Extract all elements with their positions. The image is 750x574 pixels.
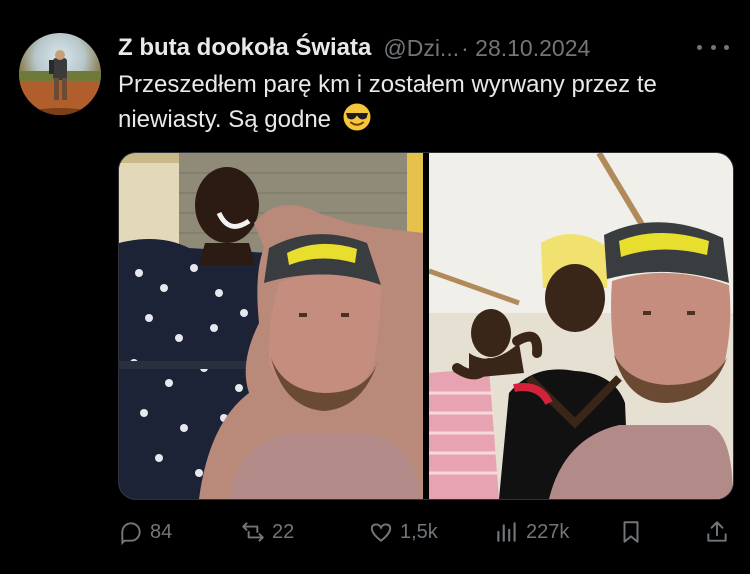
more-dot-icon bbox=[710, 44, 716, 50]
reply-count: 84 bbox=[150, 520, 173, 543]
media-gallery[interactable] bbox=[118, 152, 734, 500]
photo-1[interactable] bbox=[119, 153, 423, 499]
author-name[interactable]: Z buta dookoła Świata bbox=[118, 34, 371, 62]
smiling-face-with-sunglasses-icon bbox=[342, 102, 372, 132]
tweet-header: Z buta dookoła Świata @Dzi... · 28.10.20… bbox=[118, 33, 590, 63]
avatar[interactable] bbox=[19, 33, 101, 115]
heart-icon bbox=[370, 523, 392, 542]
tweet-text: Przeszedłem parę km i zostałem wyrwany p… bbox=[118, 68, 738, 137]
more-dot-icon bbox=[724, 44, 729, 50]
tweet[interactable]: Z buta dookoła Świata @Dzi... · 28.10.20… bbox=[0, 0, 750, 574]
photo-2[interactable] bbox=[429, 153, 733, 499]
more-options-button[interactable] bbox=[697, 36, 729, 58]
reply-button[interactable]: 84 bbox=[118, 512, 172, 552]
repost-button[interactable]: 22 bbox=[240, 512, 294, 552]
action-bar: 84 22 1,5k 227k bbox=[118, 512, 732, 552]
repost-count: 22 bbox=[272, 520, 295, 543]
views-count: 227k bbox=[526, 520, 570, 543]
bookmark-icon bbox=[623, 521, 639, 543]
share-icon bbox=[707, 521, 727, 542]
like-count: 1,5k bbox=[400, 520, 438, 543]
author-handle[interactable]: @Dzi... bbox=[383, 35, 459, 62]
reply-icon bbox=[121, 522, 141, 545]
share-button[interactable] bbox=[704, 512, 736, 552]
views-button[interactable]: 227k bbox=[494, 512, 569, 552]
repost-icon bbox=[242, 522, 264, 542]
tweet-date[interactable]: · 28.10.2024 bbox=[461, 35, 590, 62]
views-chart-icon bbox=[497, 522, 516, 542]
tweet-body: Przeszedłem parę km i zostałem wyrwany p… bbox=[118, 71, 657, 133]
more-dot-icon bbox=[697, 44, 702, 50]
bookmark-button[interactable] bbox=[618, 512, 650, 552]
like-button[interactable]: 1,5k bbox=[368, 512, 438, 552]
